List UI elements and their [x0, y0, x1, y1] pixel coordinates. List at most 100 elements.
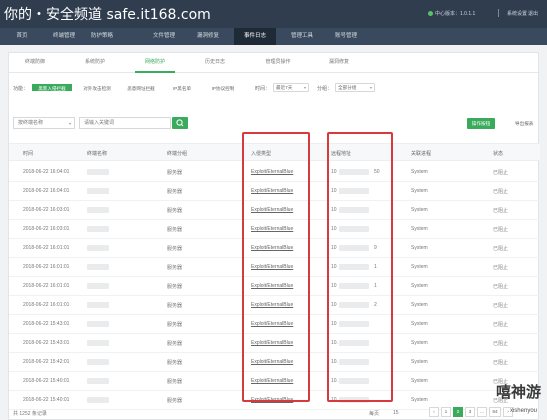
chevron-down-icon: ▾ — [303, 85, 306, 90]
tab-network-protect[interactable]: 网络防护 — [135, 53, 175, 73]
group-select[interactable]: 全部分组 ▾ — [335, 83, 375, 92]
nav-event-log[interactable]: 事件日志 — [234, 28, 276, 45]
nav-vuln[interactable]: 漏洞修复 — [188, 28, 228, 45]
cell-terminal-name-redacted — [87, 321, 109, 327]
cell-status: 已阻止 — [493, 170, 509, 176]
cell-group: 服务器 — [167, 379, 183, 385]
cell-status: 已阻止 — [493, 360, 509, 366]
cell-process: System — [411, 245, 428, 251]
nav-account[interactable]: 账号管理 — [326, 28, 366, 45]
cell-group: 服务器 — [167, 265, 183, 271]
filter-hacker-intrusion[interactable]: 黑客入侵拦截 — [31, 83, 73, 92]
total-records: 共 1252 条记录 — [13, 411, 47, 417]
cell-time: 2018-06-22 15:42:01 — [23, 359, 70, 365]
watermark-logo-text: 嘻神游 — [495, 383, 541, 401]
cell-terminal-name-redacted — [87, 226, 109, 232]
cell-process: System — [411, 207, 428, 213]
cell-terminal-name-redacted — [87, 302, 109, 308]
filter-malicious-url[interactable]: 恶意网址拦截 — [121, 83, 161, 92]
cell-terminal-name-redacted — [87, 245, 109, 251]
center-version: 中心版本：1.0.1.1 — [428, 10, 475, 17]
cell-group: 服务器 — [167, 303, 183, 309]
tab-vuln-fix[interactable]: 漏洞修复 — [319, 53, 359, 73]
page-84[interactable]: 84 — [489, 407, 501, 417]
nav-files[interactable]: 文件管理 — [144, 28, 184, 45]
function-label: 功能： — [13, 86, 29, 92]
cell-status: 已阻止 — [493, 341, 509, 347]
cell-process: System — [411, 340, 428, 346]
export-report-button[interactable]: 导出报表 — [515, 118, 533, 129]
cell-group: 服务器 — [167, 246, 183, 252]
cell-process: System — [411, 169, 428, 175]
page-prev[interactable]: ‹ — [429, 407, 439, 417]
col-process: 关联进程 — [411, 151, 432, 157]
highlight-box-intrusion-type — [242, 132, 310, 402]
cell-terminal-name-redacted — [87, 188, 109, 194]
cell-status: 已阻止 — [493, 189, 509, 195]
cell-group: 服务器 — [167, 398, 183, 404]
col-status: 状态 — [493, 151, 504, 157]
filter-ip-blacklist[interactable]: IP黑名单 — [167, 83, 197, 92]
cell-group: 服务器 — [167, 170, 183, 176]
cell-time: 2018-06-22 16:03:01 — [23, 226, 70, 232]
cell-process: System — [411, 226, 428, 232]
filter-ip-protocol[interactable]: IP协议控制 — [205, 83, 241, 92]
cell-group: 服务器 — [167, 341, 183, 347]
cell-terminal-name-redacted — [87, 378, 109, 384]
per-page-value[interactable]: 15 — [393, 410, 399, 416]
per-page-label: 每页 — [369, 411, 380, 417]
cell-process: System — [411, 378, 428, 384]
cell-process: System — [411, 283, 428, 289]
tab-terminal-defense[interactable]: 终端防御 — [15, 53, 55, 73]
cell-process: System — [411, 321, 428, 327]
col-time: 时间 — [23, 151, 34, 157]
col-terminal-group: 终端分组 — [167, 151, 188, 157]
page-2[interactable]: 2 — [453, 407, 463, 417]
page-1[interactable]: 1 — [441, 407, 451, 417]
cell-process: System — [411, 397, 428, 403]
nav-home[interactable]: 首页 — [4, 28, 40, 45]
cell-group: 服务器 — [167, 360, 183, 366]
chevron-down-icon: ▾ — [369, 85, 372, 90]
highlight-box-remote-address — [327, 132, 393, 402]
nav-policy[interactable]: 防护策略 — [82, 28, 122, 45]
content-panel: 终端防御 系统防护 网络防护 历史日志 管理员操作 漏洞修复 功能： 黑客入侵拦… — [8, 52, 540, 420]
group-label: 分组： — [317, 86, 333, 92]
cell-time: 2018-06-22 16:01:01 — [23, 245, 70, 251]
chevron-down-icon: ▾ — [68, 121, 71, 126]
tab-history[interactable]: 历史日志 — [195, 53, 235, 73]
cell-status: 已阻止 — [493, 303, 509, 309]
cell-group: 服务器 — [167, 208, 183, 214]
cell-time: 2018-06-22 15:40:01 — [23, 378, 70, 384]
cell-terminal-name-redacted — [87, 169, 109, 175]
cell-terminal-name-redacted — [87, 340, 109, 346]
cell-time: 2018-06-22 16:04:01 — [23, 188, 70, 194]
tab-system-protect[interactable]: 系统防护 — [75, 53, 115, 73]
page-3[interactable]: 3 — [465, 407, 475, 417]
nav-tools[interactable]: 管理工具 — [282, 28, 322, 45]
cell-group: 服务器 — [167, 189, 183, 195]
search-button[interactable] — [172, 117, 188, 129]
action-button[interactable]: 操作按钮 — [467, 118, 495, 129]
tab-admin-ops[interactable]: 管理员操作 — [255, 53, 301, 73]
search-input[interactable]: 请输入关键词 — [79, 117, 171, 129]
cell-group: 服务器 — [167, 284, 183, 290]
watermark-title: 你的・安全频道 safe.it168.com — [4, 7, 211, 23]
search-field-select[interactable]: 按终端名称 ▾ — [13, 117, 75, 129]
cell-group: 服务器 — [167, 322, 183, 328]
logout-link[interactable]: 退出 — [528, 10, 538, 17]
cell-time: 2018-06-22 16:03:01 — [23, 207, 70, 213]
nav-terminal[interactable]: 终端管理 — [44, 28, 84, 45]
system-settings-link[interactable]: 系统设置 — [507, 10, 527, 17]
cell-status: 已阻止 — [493, 227, 509, 233]
cell-terminal-name-redacted — [87, 359, 109, 365]
cell-process: System — [411, 359, 428, 365]
time-select[interactable]: 最近7天 ▾ — [273, 83, 309, 92]
search-icon — [176, 119, 184, 127]
cell-terminal-name-redacted — [87, 207, 109, 213]
cell-process: System — [411, 188, 428, 194]
cell-time: 2018-06-22 15:43:01 — [23, 340, 70, 346]
cell-group: 服务器 — [167, 227, 183, 233]
filter-outbound-attack[interactable]: 对外攻击检测 — [77, 83, 117, 92]
watermark-logo-subtext: xishenyou — [509, 408, 537, 414]
